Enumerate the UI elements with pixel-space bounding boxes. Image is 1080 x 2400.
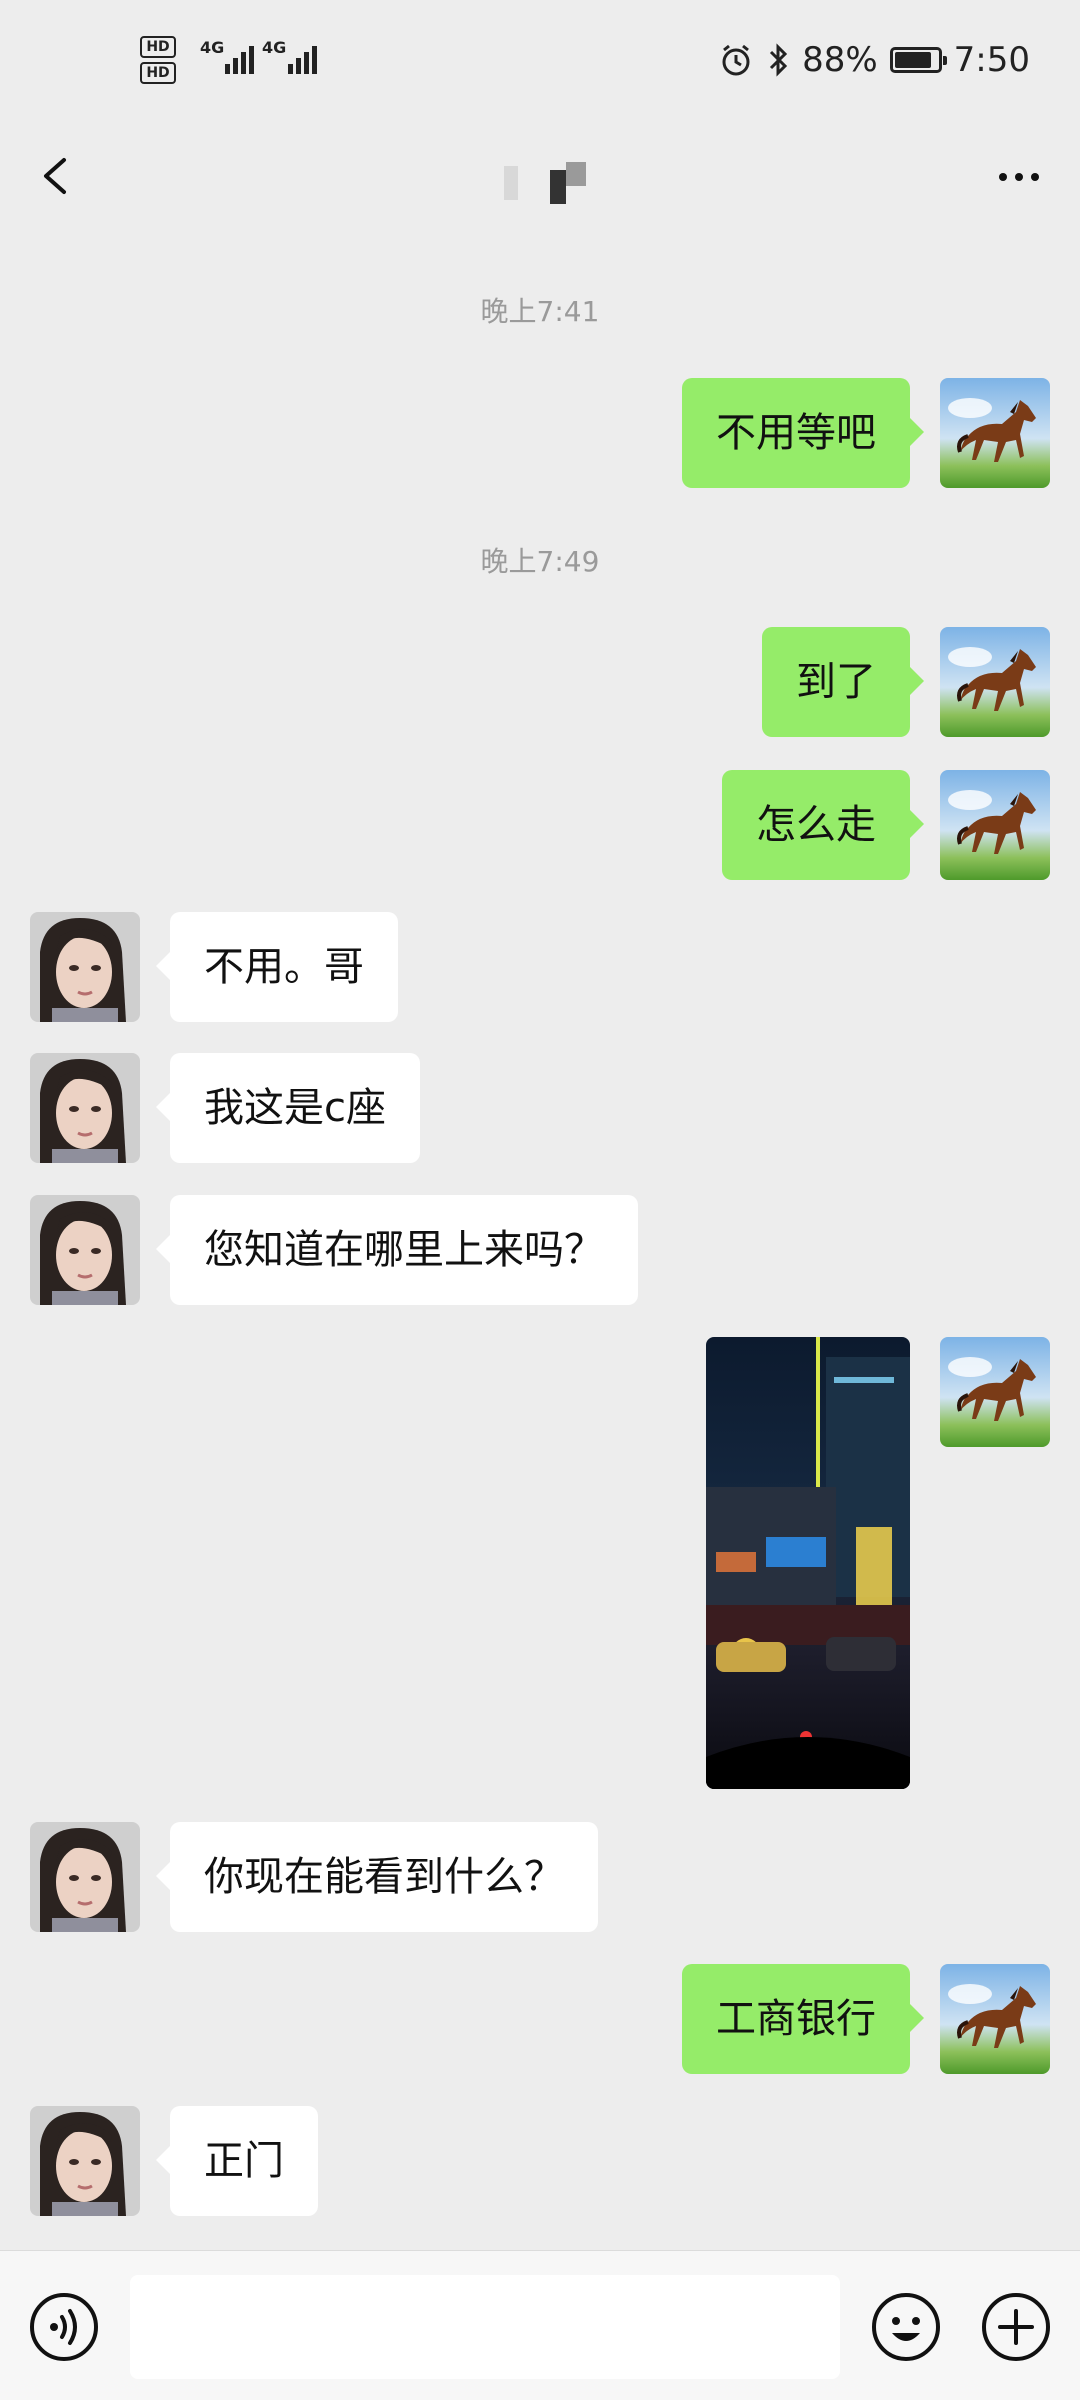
status-bar: HD HD 4G 4G 88% 7:50 <box>0 0 1080 130</box>
hd-indicator: HD HD <box>140 36 176 88</box>
more-options-button[interactable] <box>984 152 1054 202</box>
girl-avatar-icon <box>30 1195 140 1305</box>
network-type-1: 4G <box>200 38 225 57</box>
back-button[interactable] <box>30 146 90 206</box>
contact-message-bubble[interactable]: 你现在能看到什么？ <box>156 1822 598 1932</box>
dot-icon <box>1015 173 1023 181</box>
contact-message-bubble[interactable]: 不用。哥 <box>156 912 398 1022</box>
contact-avatar[interactable] <box>30 912 140 1022</box>
horse-avatar-icon <box>940 1964 1050 2074</box>
photo-message[interactable] <box>706 1337 910 1789</box>
signal-bars-2-icon <box>288 46 317 74</box>
my-message-bubble[interactable]: 工商银行 <box>682 1964 924 2074</box>
my-message-bubble[interactable]: 不用等吧 <box>682 378 924 488</box>
my-avatar[interactable] <box>940 378 1050 488</box>
contact-avatar[interactable] <box>30 1053 140 1163</box>
timestamp: 晚上7:49 <box>480 545 600 578</box>
voice-icon <box>30 2293 98 2361</box>
message-input-bar <box>0 2250 1080 2400</box>
timestamp: 晚上7:41 <box>480 295 600 328</box>
network-type-2: 4G <box>262 38 287 57</box>
chat-header <box>0 130 1080 230</box>
my-avatar[interactable] <box>940 1337 1050 1447</box>
my-avatar[interactable] <box>940 1964 1050 2074</box>
contact-message-bubble[interactable]: 我这是c座 <box>156 1053 420 1163</box>
horse-avatar-icon <box>940 378 1050 488</box>
chat-title <box>500 160 600 204</box>
blurred-name-block <box>566 162 586 186</box>
message-text-input[interactable] <box>130 2275 840 2379</box>
horse-avatar-icon <box>940 627 1050 737</box>
bluetooth-icon <box>770 43 788 77</box>
my-avatar[interactable] <box>940 627 1050 737</box>
girl-avatar-icon <box>30 1822 140 1932</box>
voice-input-button[interactable] <box>28 2291 100 2363</box>
girl-avatar-icon <box>30 912 140 1022</box>
clock: 7:50 <box>953 40 1030 80</box>
contact-message-bubble[interactable]: 您知道在哪里上来吗？ <box>156 1195 638 1305</box>
contact-message-bubble[interactable]: 正门 <box>156 2106 318 2216</box>
blurred-name-block <box>504 166 518 200</box>
dot-icon <box>999 173 1007 181</box>
alarm-icon <box>722 44 750 76</box>
my-message-bubble[interactable]: 怎么走 <box>722 770 924 880</box>
girl-avatar-icon <box>30 1053 140 1163</box>
contact-avatar[interactable] <box>30 1822 140 1932</box>
plus-icon <box>982 2293 1050 2361</box>
horse-avatar-icon <box>940 1337 1050 1447</box>
dot-icon <box>1031 173 1039 181</box>
horse-avatar-icon <box>940 770 1050 880</box>
battery-percent: 88% <box>802 40 878 80</box>
signal-bars-1-icon <box>225 46 254 74</box>
contact-avatar[interactable] <box>30 1195 140 1305</box>
hd2-label: HD <box>140 62 176 84</box>
my-avatar[interactable] <box>940 770 1050 880</box>
my-message-bubble[interactable]: 到了 <box>762 627 924 737</box>
blurred-name-block <box>550 170 566 204</box>
chevron-left-icon <box>44 158 66 194</box>
night-street-photo <box>706 1337 910 1789</box>
hd1-label: HD <box>140 36 176 58</box>
battery-icon <box>889 47 947 73</box>
girl-avatar-icon <box>30 2106 140 2216</box>
emoji-button[interactable] <box>870 2291 942 2363</box>
more-functions-button[interactable] <box>980 2291 1052 2363</box>
contact-avatar[interactable] <box>30 2106 140 2216</box>
smiley-icon <box>872 2293 940 2361</box>
